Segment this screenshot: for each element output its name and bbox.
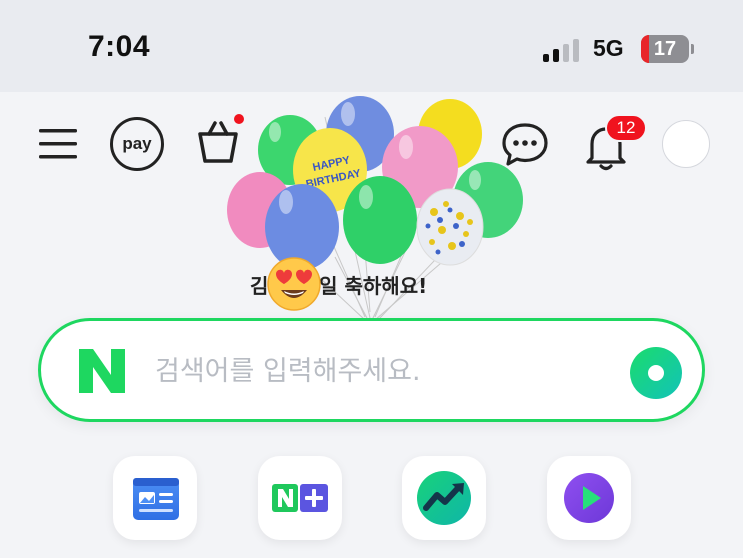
search-input[interactable]	[155, 345, 615, 397]
app-stock[interactable]	[402, 456, 486, 540]
naver-plus-icon	[272, 484, 328, 512]
heart-eyes-emoji	[267, 257, 321, 311]
profile-avatar[interactable]	[662, 120, 710, 168]
news-icon	[133, 478, 179, 520]
app-news[interactable]	[113, 456, 197, 540]
hamburger-menu-icon	[39, 129, 77, 159]
notification-badge: 12	[605, 114, 647, 142]
search-bar[interactable]	[38, 318, 705, 422]
pay-button[interactable]: pay	[110, 117, 164, 171]
naver-logo-icon	[79, 349, 125, 393]
chat-bubble-icon	[502, 123, 548, 166]
chat-button[interactable]	[498, 118, 552, 170]
play-icon	[564, 473, 614, 523]
app-naver-plus[interactable]	[258, 456, 342, 540]
pay-label: pay	[122, 134, 152, 153]
menu-button[interactable]	[36, 124, 80, 164]
status-time: 7:04	[88, 30, 151, 63]
app-play[interactable]	[547, 456, 631, 540]
green-window-search-icon[interactable]	[629, 346, 683, 400]
status-bar: 7:04 5G 17	[0, 0, 743, 92]
network-type: 5G	[593, 35, 624, 61]
battery-icon: 17	[641, 35, 689, 63]
signal-icon	[543, 38, 581, 62]
stock-chart-icon	[417, 471, 471, 525]
battery-tip	[691, 44, 694, 54]
battery-level: 17	[653, 37, 677, 60]
